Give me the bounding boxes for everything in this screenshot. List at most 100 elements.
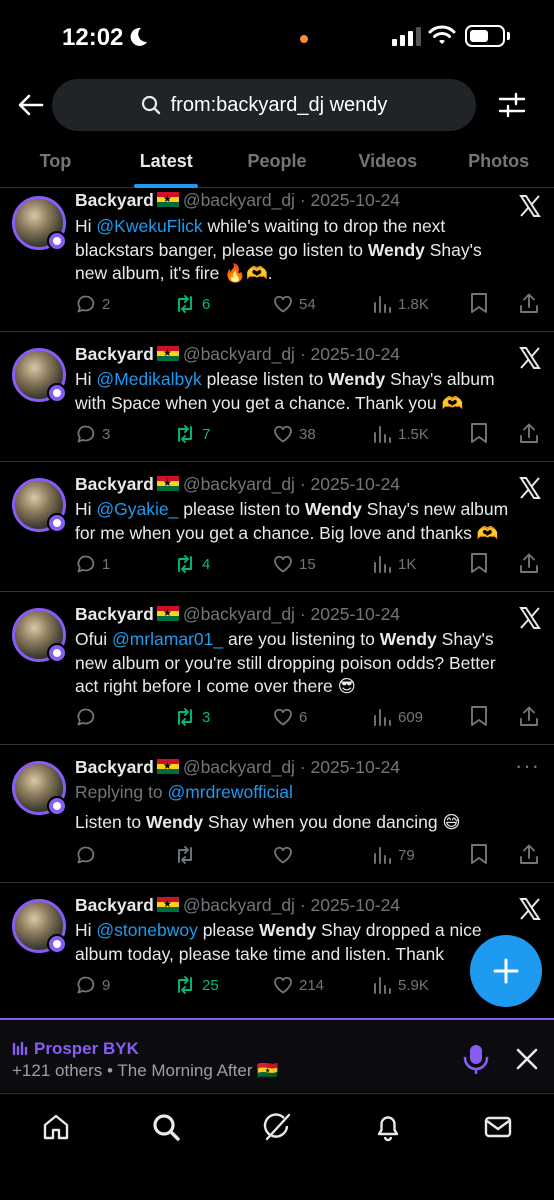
handle[interactable]: @backyard_dj [183, 344, 295, 364]
handle[interactable]: @backyard_dj [183, 474, 295, 494]
meta-separator: · [294, 604, 311, 624]
reply-button[interactable] [76, 705, 102, 729]
repost-button[interactable] [174, 843, 196, 867]
notifications-bell-icon[interactable] [373, 1112, 403, 1142]
reply-icon [77, 555, 95, 573]
like-button[interactable]: 214 [273, 973, 324, 997]
repost-button[interactable]: 6 [174, 292, 210, 316]
highlight-term: Wendy [328, 369, 386, 389]
tab-people[interactable]: People [222, 138, 333, 187]
bookmark-icon[interactable] [470, 552, 488, 574]
tweet[interactable]: Backyard @backyard_dj · 2025-10-24 ··· Re… [0, 745, 554, 883]
close-icon[interactable] [516, 1048, 538, 1070]
share-icon[interactable] [519, 843, 539, 865]
tweet[interactable]: Backyard @backyard_dj · 2025-10-24 Hi @st… [0, 883, 554, 1018]
display-name[interactable]: Backyard [75, 757, 154, 777]
tweet[interactable]: Backyard @backyard_dj · 2025-10-24 Hi @Me… [0, 332, 554, 462]
tweet-text: Ofui @mrlamar01_ are you listening to We… [75, 628, 515, 699]
tweet[interactable]: Backyard @backyard_dj · 2025-10-24 Hi @Kw… [0, 188, 554, 332]
tab-top[interactable]: Top [0, 138, 111, 187]
repost-button[interactable]: 4 [174, 552, 210, 576]
back-arrow-icon[interactable] [16, 90, 46, 120]
repost-button[interactable]: 25 [174, 973, 219, 997]
mention-link[interactable]: @mrlamar01_ [112, 629, 223, 649]
like-count: 38 [299, 425, 316, 443]
x-logo-icon [519, 195, 541, 217]
avatar[interactable] [12, 899, 67, 954]
mention-link[interactable]: @mrdrewofficial [167, 782, 292, 802]
filter-settings-icon[interactable] [497, 90, 527, 120]
tweet-header: Backyard @backyard_dj · 2025-10-24 [75, 190, 400, 211]
reply-button[interactable]: 2 [76, 292, 110, 316]
display-name[interactable]: Backyard [75, 604, 154, 624]
timestamp: 2025-10-24 [310, 757, 401, 777]
views-button[interactable]: 1K [372, 552, 416, 576]
views-button[interactable]: 5.9K [372, 973, 429, 997]
repost-button[interactable]: 7 [174, 422, 210, 446]
home-icon[interactable] [41, 1112, 71, 1142]
avatar[interactable] [12, 478, 67, 533]
reply-button[interactable]: 9 [76, 973, 110, 997]
avatar[interactable] [12, 761, 67, 816]
tab-videos[interactable]: Videos [332, 138, 443, 187]
reply-button[interactable]: 3 [76, 422, 110, 446]
display-name[interactable]: Backyard [75, 190, 154, 210]
like-button[interactable]: 38 [273, 422, 316, 446]
live-space-bar[interactable]: Prosper BYK +121 others • The Morning Af… [0, 1018, 554, 1092]
search-input[interactable]: from:backyard_dj wendy [52, 79, 476, 131]
repost-icon [178, 846, 192, 864]
timestamp: 2025-10-24 [310, 604, 401, 624]
handle[interactable]: @backyard_dj [183, 757, 295, 777]
replying-to: Replying to @mrdrewofficial [75, 782, 293, 803]
views-icon [374, 556, 391, 573]
handle[interactable]: @backyard_dj [183, 190, 295, 210]
views-button[interactable]: 1.8K [372, 292, 429, 316]
repost-icon [178, 295, 192, 313]
reply-count: 9 [102, 976, 111, 994]
compose-button[interactable] [470, 935, 542, 1007]
avatar[interactable] [12, 196, 67, 251]
display-name[interactable]: Backyard [75, 474, 154, 494]
mention-link[interactable]: @KwekuFlick [96, 216, 202, 236]
tweet[interactable]: Backyard @backyard_dj · 2025-10-24 Hi @Gy… [0, 462, 554, 592]
share-icon[interactable] [519, 422, 539, 444]
reply-button[interactable] [76, 843, 96, 867]
search-icon[interactable] [151, 1112, 181, 1142]
avatar[interactable] [12, 608, 67, 663]
bookmark-icon[interactable] [470, 422, 488, 444]
tab-latest[interactable]: Latest [111, 138, 222, 187]
reply-button[interactable]: 1 [76, 552, 110, 576]
like-button[interactable]: 54 [273, 292, 316, 316]
handle[interactable]: @backyard_dj [183, 895, 295, 915]
mention-link[interactable]: @stonebwoy [96, 920, 197, 940]
microphone-icon[interactable] [463, 1044, 489, 1074]
bookmark-icon[interactable] [470, 292, 488, 314]
mention-link[interactable]: @Medikalbyk [96, 369, 201, 389]
tab-photos[interactable]: Photos [443, 138, 554, 187]
share-icon[interactable] [519, 292, 539, 314]
avatar[interactable] [12, 348, 67, 403]
like-button[interactable] [273, 843, 293, 867]
mention-link[interactable]: @Gyakie_ [96, 499, 178, 519]
share-icon[interactable] [519, 552, 539, 574]
share-icon[interactable] [519, 705, 539, 727]
status-time: 12:02 [62, 24, 124, 51]
like-button[interactable]: 15 [273, 552, 316, 576]
views-button[interactable]: 609 [372, 705, 423, 729]
bookmark-icon[interactable] [470, 843, 488, 865]
more-options-icon[interactable]: ··· [515, 753, 540, 779]
display-name[interactable]: Backyard [75, 344, 154, 364]
like-button[interactable]: 6 [273, 705, 307, 729]
repost-button[interactable]: 3 [174, 705, 210, 729]
display-name[interactable]: Backyard [75, 895, 154, 915]
tweet[interactable]: Backyard @backyard_dj · 2025-10-24 Ofui @… [0, 592, 554, 745]
x-logo-icon [519, 477, 541, 499]
views-button[interactable]: 1.5K [372, 422, 429, 446]
tweet-actions: 1 4 15 1K [0, 552, 554, 576]
bookmark-icon[interactable] [470, 705, 488, 727]
views-button[interactable]: 79 [372, 843, 415, 867]
handle[interactable]: @backyard_dj [183, 604, 295, 624]
search-query: from:backyard_dj wendy [170, 93, 388, 116]
grok-icon[interactable] [262, 1112, 292, 1142]
messages-envelope-icon[interactable] [483, 1112, 513, 1142]
